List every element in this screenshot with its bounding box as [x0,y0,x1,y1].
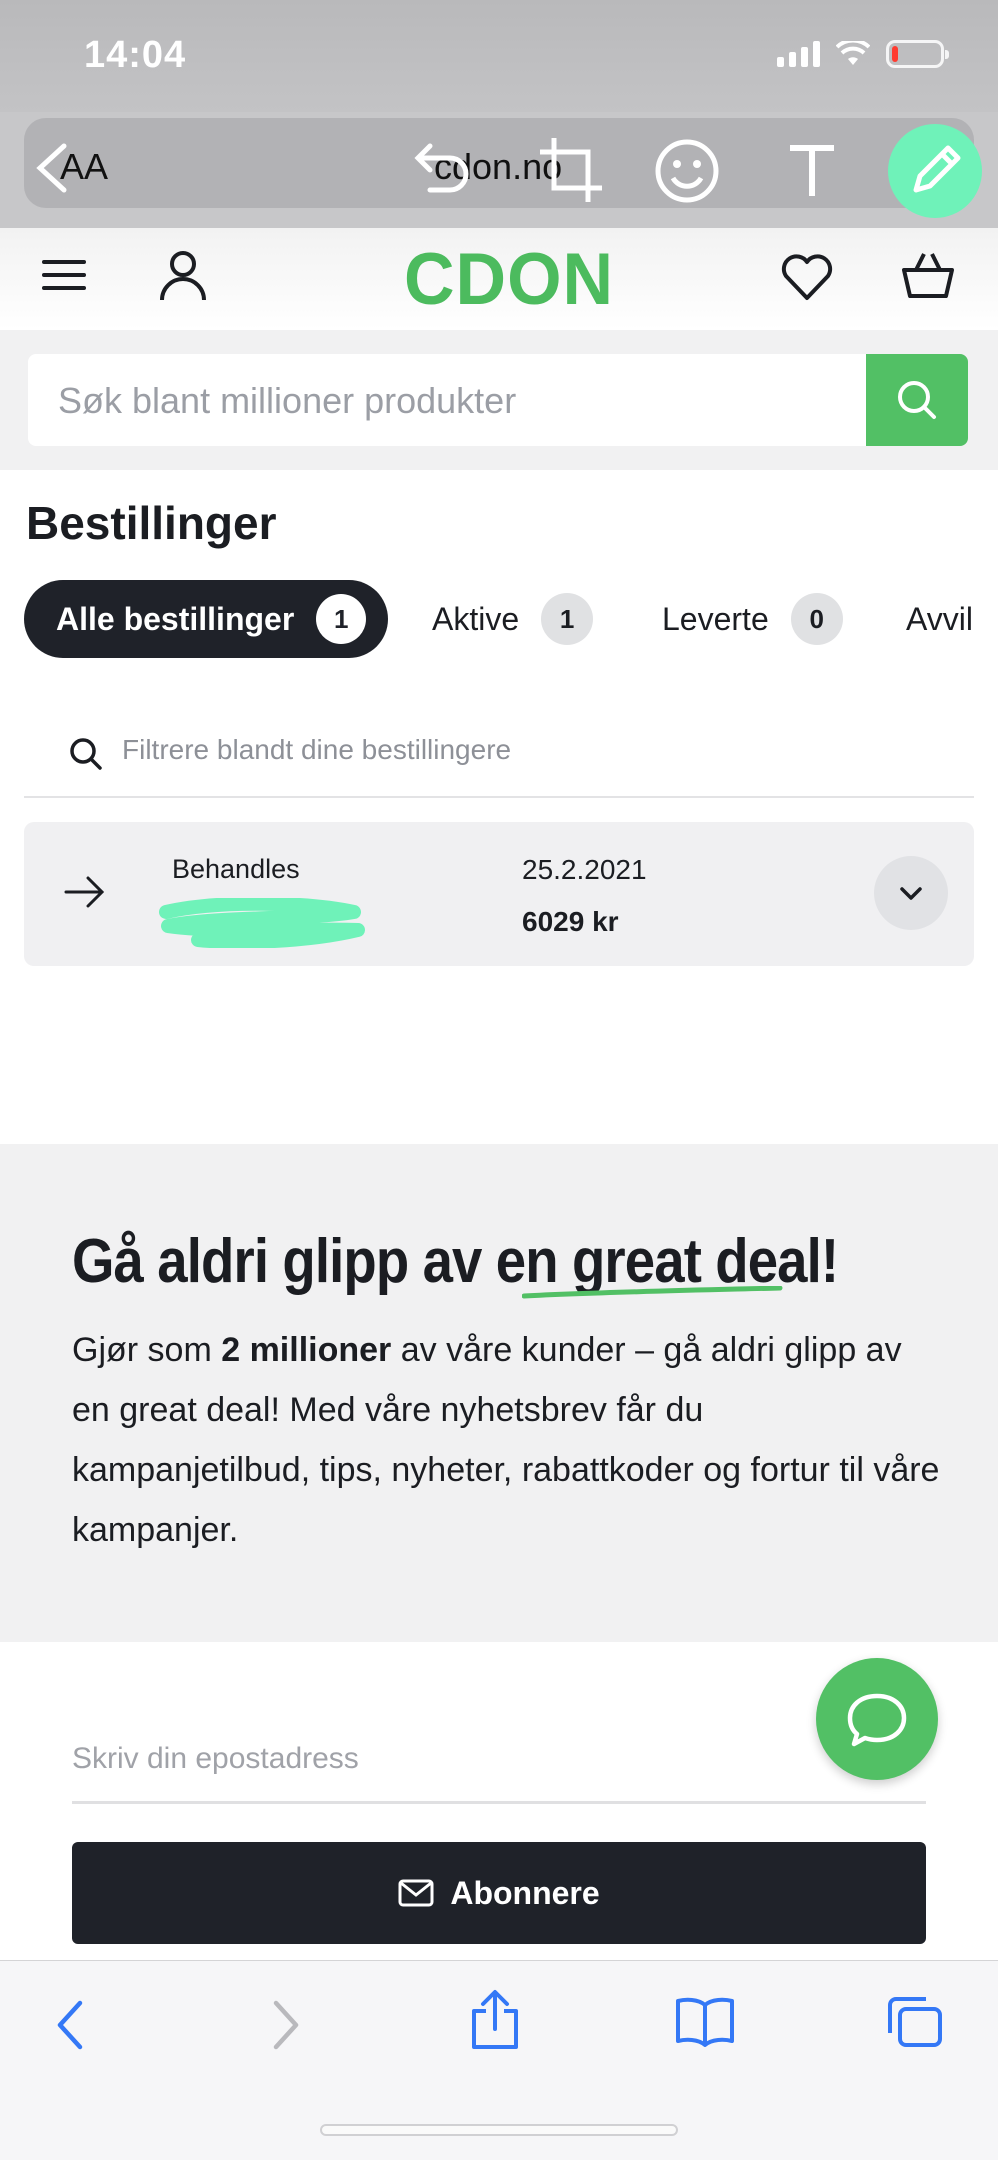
bookmarks-icon[interactable] [674,1995,736,2047]
order-filter-input[interactable]: Filtrere blandt dine bestillingere [24,712,974,798]
subscribe-button[interactable]: Abonnere [72,1842,926,1944]
tab-label: Alle bestillinger [56,600,295,637]
search-input[interactable]: Søk blant millioner produkter [28,354,868,446]
tab-all-orders[interactable]: Alle bestillinger 1 [24,580,389,658]
tab-active[interactable]: Aktive 1 [432,580,594,658]
search-section: Søk blant millioner produkter [0,330,998,470]
order-date: 25.2.2021 [522,854,647,885]
mail-icon [398,1879,434,1907]
order-tabs: Alle bestillinger 1 Aktive 1 Leverte 0 A… [24,580,998,660]
expand-order-button[interactable] [874,856,948,930]
tab-label: Leverte [662,600,769,637]
cart-basket-icon[interactable] [900,250,956,302]
search-placeholder: Søk blant millioner produkter [58,380,517,421]
tabs-icon[interactable] [886,1995,944,2049]
emoji-icon[interactable] [654,138,720,204]
newsletter-title-text: Gå aldri glipp av en [72,1227,572,1296]
status-bar: 14:04 [0,0,998,112]
share-icon[interactable] [468,1989,522,2051]
browser-url-area: AA cdon.no [0,112,998,228]
battery-icon [886,40,949,68]
crop-icon[interactable] [536,132,606,208]
undo-icon[interactable] [406,140,472,200]
tab-count-badge: 1 [541,593,594,645]
cellular-signal-icon [777,41,820,67]
tab-cancelled[interactable]: Avvil [906,580,973,658]
filter-placeholder: Filtrere blandt dine bestillingere [122,734,512,765]
search-icon [898,381,936,419]
wifi-icon [836,41,870,65]
newsletter-description: Gjør som 2 millioner av våre kunder – gå… [72,1320,942,1560]
order-status: Behandles [172,854,300,884]
title-underline-decoration [522,1286,783,1299]
status-time: 14:04 [84,34,187,76]
cdon-logo[interactable]: CDON [404,225,613,332]
chat-button[interactable] [816,1658,938,1780]
order-row[interactable]: Behandles 25.2.2021 6029 kr [24,822,974,966]
site-header: CDON [0,228,998,330]
newsletter-text-start: Gjør som [72,1331,222,1369]
tab-count-badge: 1 [316,594,367,644]
tab-label: Avvil [906,600,973,637]
redaction-scribble [159,898,365,948]
pen-tool-button[interactable] [888,124,982,218]
newsletter-section: Gå aldri glipp av en great deal! Gjør so… [0,1144,998,1642]
order-amount: 6029 kr [522,906,619,937]
email-field[interactable]: Skriv din epostadress [72,1726,926,1804]
tab-count-badge: 0 [790,593,843,645]
search-button[interactable] [866,354,968,446]
pencil-icon [913,145,961,193]
email-placeholder: Skriv din epostadress [72,1742,359,1775]
account-icon[interactable] [158,248,208,304]
back-icon[interactable] [52,1999,88,2051]
menu-icon[interactable] [40,250,90,300]
search-icon [70,738,102,770]
chat-bubble-icon [847,1693,907,1747]
status-icons [777,40,949,68]
page-title: Bestillinger [26,497,277,549]
chevron-down-icon [900,887,922,900]
wishlist-heart-icon[interactable] [780,252,834,302]
subscribe-label: Abonnere [450,1874,600,1911]
tab-label: Aktive [432,600,520,637]
tab-delivered[interactable]: Leverte 0 [662,580,843,658]
arrow-right-icon [64,876,105,908]
text-tool-icon[interactable] [786,142,838,200]
newsletter-text-bold: 2 millioner [221,1331,392,1369]
forward-icon[interactable] [268,1999,304,2051]
home-indicator [320,2124,678,2136]
markup-back-icon[interactable] [34,142,68,194]
